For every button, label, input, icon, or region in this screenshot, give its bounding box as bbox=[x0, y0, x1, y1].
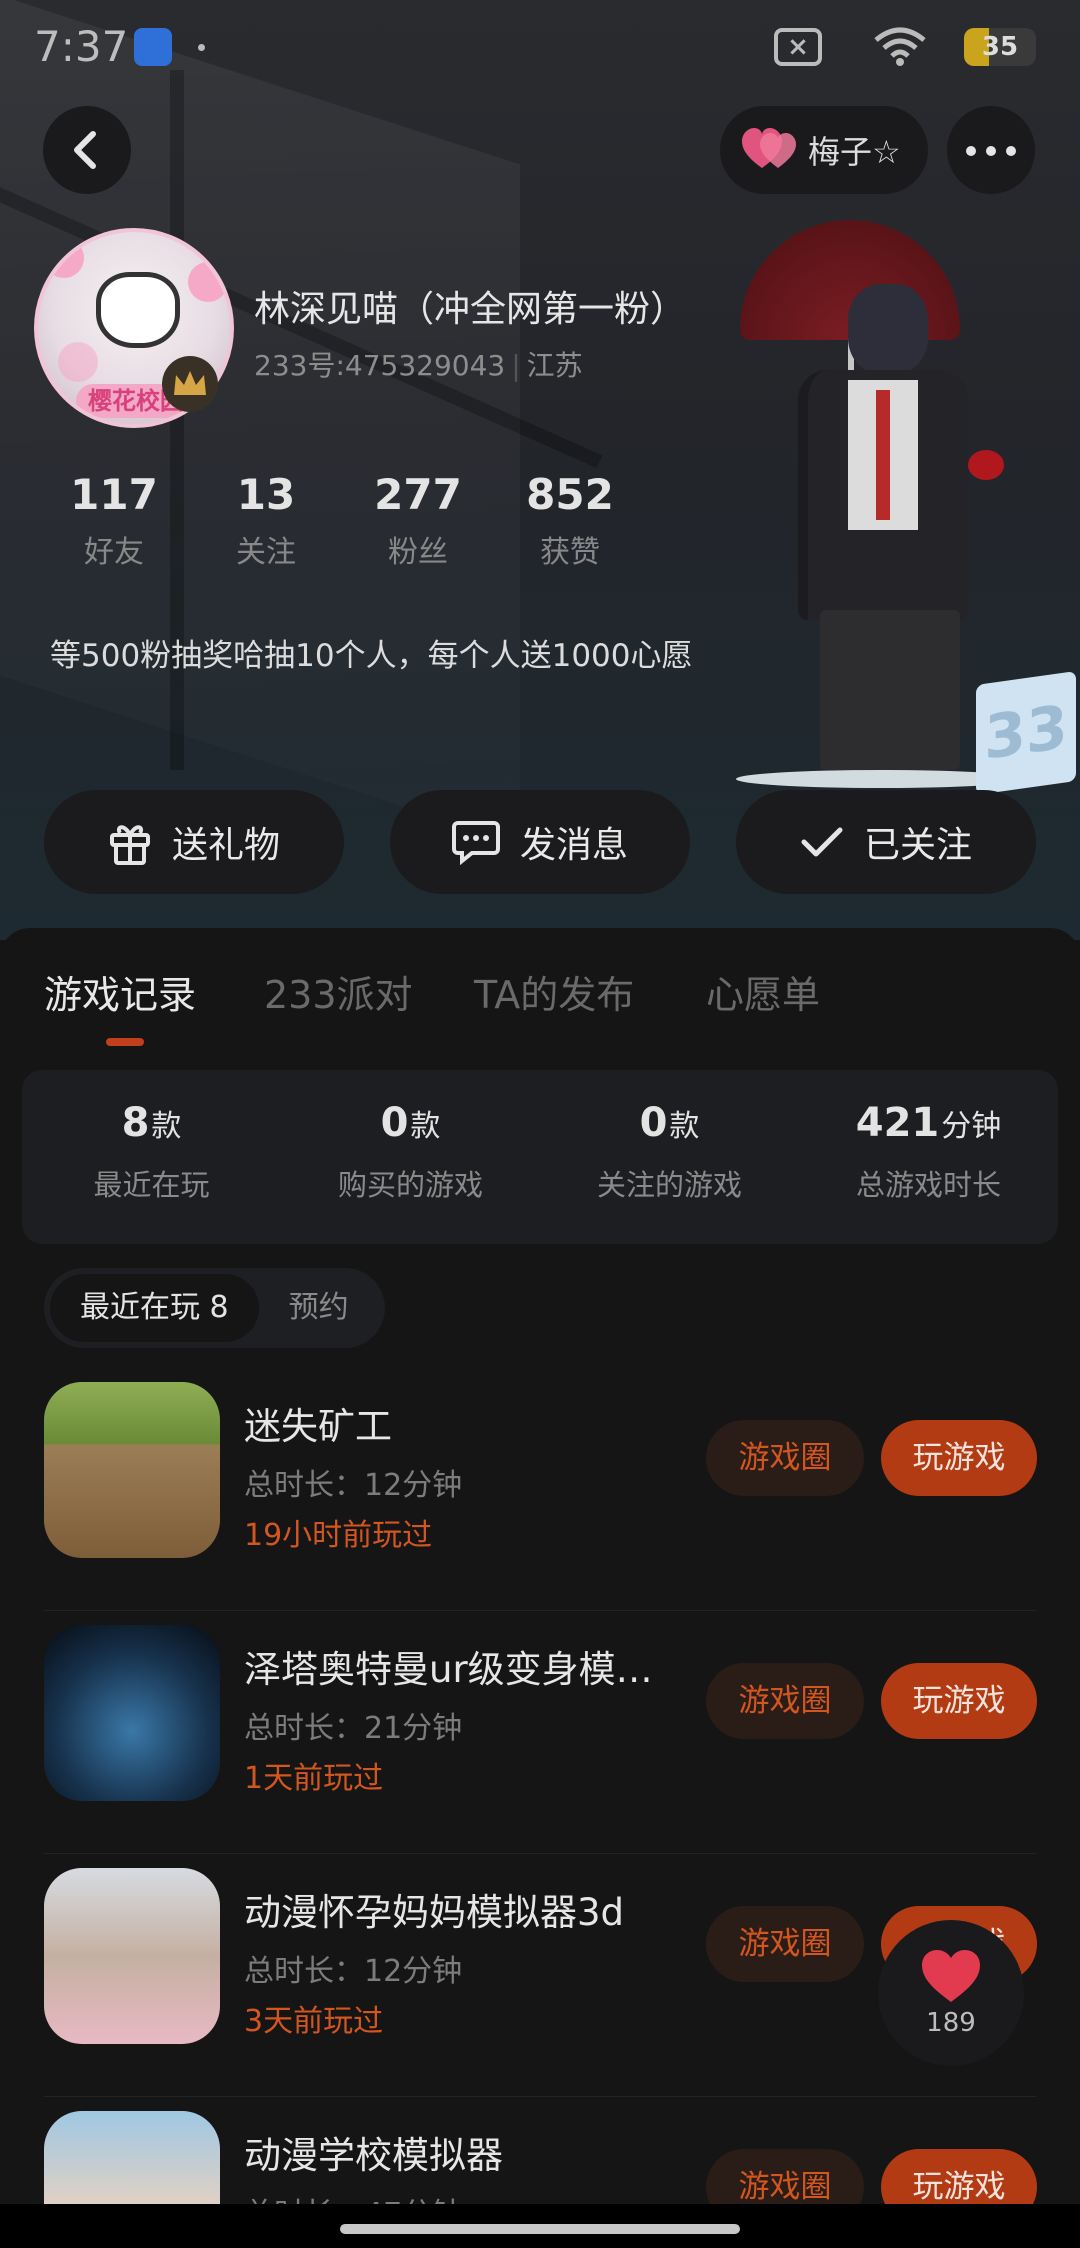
game-title: 泽塔奥特曼ur级变身模… bbox=[244, 1648, 653, 1691]
no-sim-icon: × bbox=[774, 28, 822, 66]
profile-stats: 117 好友 13 关注 277 粉丝 852 获赞 bbox=[38, 470, 646, 571]
send-message-button[interactable]: 发消息 bbox=[390, 790, 690, 894]
summary-recent-value: 8 bbox=[121, 1100, 150, 1146]
game-circle-button[interactable]: 游戏圈 bbox=[706, 1906, 864, 1982]
play-game-button[interactable]: 玩游戏 bbox=[881, 1663, 1037, 1739]
heart-icon bbox=[922, 1950, 980, 2002]
stat-likes-count: 852 bbox=[526, 470, 614, 519]
profile-actions: 送礼物 发消息 已关注 bbox=[44, 790, 1036, 894]
divider: | bbox=[511, 349, 521, 382]
user-region: 江苏 bbox=[526, 349, 583, 382]
chat-bubble-icon bbox=[451, 821, 500, 865]
user-id-line: 233号:475329043 | 江苏 bbox=[254, 344, 583, 384]
stat-following[interactable]: 13 关注 bbox=[190, 470, 342, 571]
summary-recent-label: 最近在玩 bbox=[93, 1168, 210, 1202]
like-count: 189 bbox=[926, 2008, 976, 2038]
game-last-played: 19小时前玩过 bbox=[244, 1518, 433, 1553]
status-time: 7:37 bbox=[34, 22, 129, 71]
home-indicator[interactable] bbox=[340, 2224, 740, 2234]
profile-bio: 等500粉抽奖哈抽10个人，每个人送1000心愿 bbox=[50, 638, 693, 674]
cp-label: 梅子☆ bbox=[808, 133, 901, 171]
game-last-played: 3天前玩过 bbox=[244, 2004, 384, 2039]
game-last-played: 1天前玩过 bbox=[244, 1761, 384, 1796]
stat-friends[interactable]: 117 好友 bbox=[38, 470, 190, 571]
game-summary-card: 8款 最近在玩 0款 购买的游戏 0款 关注的游戏 421分钟 总游戏时长 bbox=[22, 1070, 1058, 1244]
brand-block-icon: 33 bbox=[976, 670, 1076, 796]
send-gift-button[interactable]: 送礼物 bbox=[44, 790, 344, 894]
app-notification-icon bbox=[134, 28, 172, 66]
filter-recent-chip[interactable]: 最近在玩 8 bbox=[50, 1274, 259, 1342]
stat-likes-label: 获赞 bbox=[540, 535, 600, 570]
summary-purchased-value: 0 bbox=[380, 1100, 409, 1146]
game-list: 迷失矿工 总时长：12分钟 19小时前玩过 游戏圈 玩游戏 泽塔奥特曼ur级变身… bbox=[0, 1368, 1080, 2248]
game-icon[interactable] bbox=[44, 1868, 220, 2044]
game-title: 迷失矿工 bbox=[244, 1405, 392, 1448]
checkmark-icon bbox=[801, 827, 843, 857]
battery-level: 35 bbox=[981, 32, 1019, 62]
followed-label: 已关注 bbox=[863, 825, 972, 866]
summary-playtime[interactable]: 421分钟 总游戏时长 bbox=[799, 1070, 1058, 1244]
stat-following-count: 13 bbox=[236, 470, 296, 519]
summary-playtime-unit: 分钟 bbox=[941, 1109, 1002, 1144]
summary-purchased-unit: 款 bbox=[410, 1109, 441, 1144]
avatar-bear-face bbox=[96, 272, 180, 348]
list-item[interactable]: 迷失矿工 总时长：12分钟 19小时前玩过 游戏圈 玩游戏 bbox=[44, 1368, 1037, 1611]
game-duration: 总时长：12分钟 bbox=[244, 1468, 463, 1503]
summary-followed[interactable]: 0款 关注的游戏 bbox=[540, 1070, 799, 1244]
game-circle-button[interactable]: 游戏圈 bbox=[706, 1420, 864, 1496]
stat-fans-label: 粉丝 bbox=[388, 535, 448, 570]
summary-followed-unit: 款 bbox=[669, 1109, 700, 1144]
game-circle-button[interactable]: 游戏圈 bbox=[706, 1663, 864, 1739]
list-item[interactable]: 泽塔奥特曼ur级变身模… 总时长：21分钟 1天前玩过 游戏圈 玩游戏 bbox=[44, 1611, 1037, 1854]
floating-like-button[interactable]: 189 bbox=[878, 1920, 1024, 2066]
game-duration: 总时长：12分钟 bbox=[244, 1954, 463, 1989]
active-tab-indicator bbox=[106, 1038, 144, 1046]
send-gift-label: 送礼物 bbox=[171, 825, 280, 866]
stat-fans[interactable]: 277 粉丝 bbox=[342, 470, 494, 571]
nickname: 林深见喵（冲全网第一粉） bbox=[254, 289, 687, 330]
summary-followed-label: 关注的游戏 bbox=[596, 1168, 742, 1202]
rose-shape bbox=[968, 450, 1004, 480]
summary-recent[interactable]: 8款 最近在玩 bbox=[22, 1070, 281, 1244]
stat-friends-count: 117 bbox=[70, 470, 158, 519]
profile-tabs: 游戏记录 233派对 TA的发布 心愿单 bbox=[0, 928, 1080, 1058]
summary-followed-value: 0 bbox=[639, 1100, 668, 1146]
more-icon bbox=[961, 141, 1021, 160]
wifi-icon bbox=[874, 27, 926, 66]
battery-icon: 35 bbox=[964, 28, 1036, 66]
tab-233-party[interactable]: 233派对 bbox=[264, 964, 413, 1019]
stat-following-label: 关注 bbox=[236, 535, 296, 570]
stat-likes[interactable]: 852 获赞 bbox=[494, 470, 646, 571]
status-bar: 7:37 × 35 bbox=[0, 0, 1080, 96]
stat-fans-count: 277 bbox=[374, 470, 462, 519]
game-icon[interactable] bbox=[44, 1625, 220, 1801]
tab-wishlist[interactable]: 心愿单 bbox=[706, 964, 820, 1019]
game-duration: 总时长：21分钟 bbox=[244, 1711, 463, 1746]
tab-game-records[interactable]: 游戏记录 bbox=[44, 964, 196, 1019]
summary-purchased[interactable]: 0款 购买的游戏 bbox=[281, 1070, 540, 1244]
play-game-button[interactable]: 玩游戏 bbox=[881, 1420, 1037, 1496]
summary-playtime-label: 总游戏时长 bbox=[855, 1168, 1001, 1202]
notification-dot-icon bbox=[198, 44, 205, 51]
stat-friends-label: 好友 bbox=[84, 535, 144, 570]
double-heart-icon bbox=[742, 128, 796, 168]
back-button[interactable] bbox=[43, 106, 131, 194]
more-options-button[interactable] bbox=[947, 106, 1035, 194]
game-title: 动漫怀孕妈妈模拟器3d bbox=[244, 1891, 625, 1934]
summary-playtime-value: 421 bbox=[855, 1100, 940, 1146]
filter-reserve-chip[interactable]: 预约 bbox=[259, 1274, 379, 1342]
followed-button[interactable]: 已关注 bbox=[736, 790, 1036, 894]
gift-icon bbox=[109, 825, 150, 865]
summary-recent-unit: 款 bbox=[151, 1109, 182, 1144]
game-icon[interactable] bbox=[44, 1382, 220, 1558]
user-id: 233号:475329043 bbox=[254, 349, 506, 382]
crown-icon bbox=[162, 356, 218, 412]
cp-relationship-pill[interactable]: 梅子☆ bbox=[720, 106, 928, 194]
chevron-left-icon bbox=[74, 131, 96, 169]
send-message-label: 发消息 bbox=[519, 825, 628, 866]
tab-posts[interactable]: TA的发布 bbox=[474, 964, 634, 1019]
game-title: 动漫学校模拟器 bbox=[244, 2134, 503, 2177]
summary-purchased-label: 购买的游戏 bbox=[337, 1168, 483, 1202]
game-filter: 最近在玩 8 预约 bbox=[44, 1268, 385, 1348]
